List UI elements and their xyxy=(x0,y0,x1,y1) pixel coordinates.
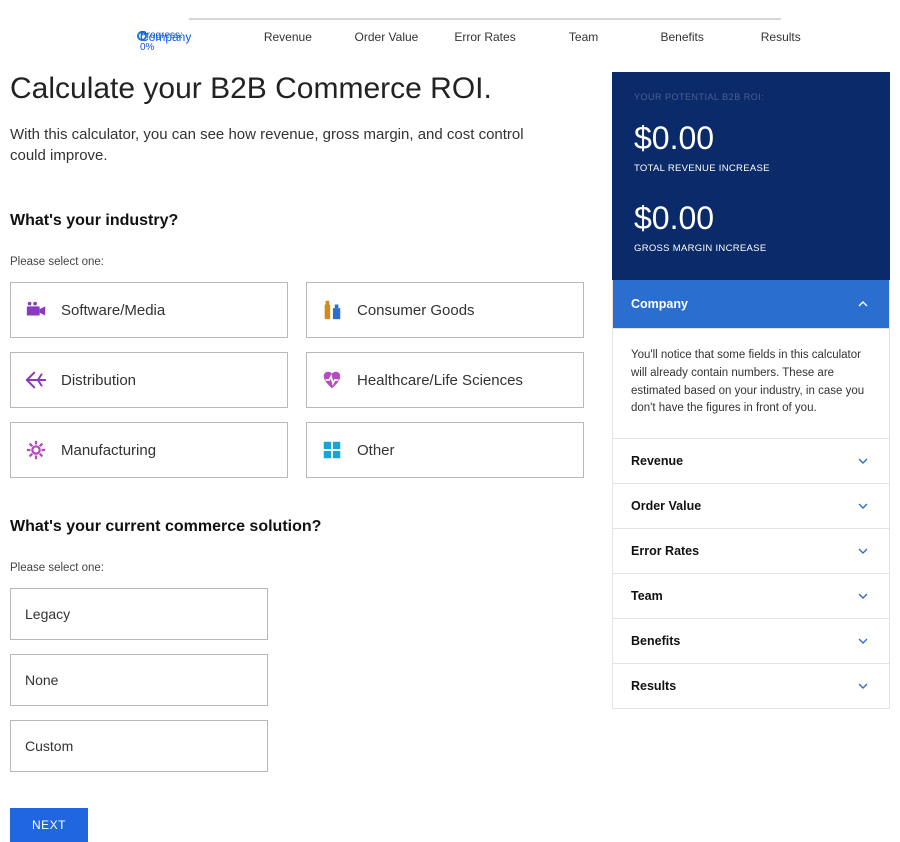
accordion-label: Benefits xyxy=(631,634,680,648)
page-intro: With this calculator, you can see how re… xyxy=(10,124,530,166)
accordion-label: Team xyxy=(631,589,663,603)
accordion-error-rates[interactable]: Error Rates xyxy=(613,528,889,573)
accordion-company[interactable]: Company xyxy=(613,280,889,328)
accordion-order-value[interactable]: Order Value xyxy=(613,483,889,528)
option-label: Legacy xyxy=(25,606,70,622)
accordion-label: Results xyxy=(631,679,676,693)
accordion-label: Revenue xyxy=(631,454,683,468)
option-label: Software/Media xyxy=(61,302,165,319)
option-label: Manufacturing xyxy=(61,442,156,459)
option-label: Custom xyxy=(25,738,73,754)
step-benefits[interactable]: Benefits xyxy=(633,30,732,44)
step-order-value[interactable]: Order Value xyxy=(337,30,436,44)
option-label: Healthcare/Life Sciences xyxy=(357,372,523,389)
roi-margin-label: GROSS MARGIN INCREASE xyxy=(634,243,868,254)
step-results[interactable]: Results xyxy=(731,30,830,44)
question-industry-heading: What's your industry? xyxy=(10,212,584,230)
industry-option-software-media[interactable]: Software/Media xyxy=(10,282,288,338)
progress-bar: Progress: 0% Company Revenue Order Value… xyxy=(10,30,890,44)
accordion-results[interactable]: Results xyxy=(613,663,889,708)
option-label: None xyxy=(25,672,58,688)
question-solution-hint: Please select one: xyxy=(10,562,584,574)
step-error-rates[interactable]: Error Rates xyxy=(436,30,535,44)
industry-option-healthcare[interactable]: Healthcare/Life Sciences xyxy=(306,352,584,408)
accordion-benefits[interactable]: Benefits xyxy=(613,618,889,663)
chevron-down-icon xyxy=(855,633,871,649)
accordion-label: Error Rates xyxy=(631,544,699,558)
chevron-down-icon xyxy=(855,498,871,514)
chevron-down-icon xyxy=(855,543,871,559)
option-label: Distribution xyxy=(61,372,136,389)
grid-icon xyxy=(321,439,343,461)
roi-summary-card: YOUR POTENTIAL B2B ROI: $0.00 TOTAL REVE… xyxy=(612,72,890,280)
next-button[interactable]: NEXT xyxy=(10,808,88,842)
step-revenue[interactable]: Revenue xyxy=(239,30,338,44)
bottle-icon xyxy=(321,299,343,321)
step-company[interactable]: Company xyxy=(140,30,239,44)
gear-icon xyxy=(25,439,47,461)
page-title: Calculate your B2B Commerce ROI. xyxy=(10,72,584,106)
roi-revenue-value: $0.00 xyxy=(634,120,868,157)
industry-option-manufacturing[interactable]: Manufacturing xyxy=(10,422,288,478)
step-team[interactable]: Team xyxy=(534,30,633,44)
roi-margin-value: $0.00 xyxy=(634,200,868,237)
plane-icon xyxy=(25,369,47,391)
accordion-revenue[interactable]: Revenue xyxy=(613,438,889,483)
industry-option-other[interactable]: Other xyxy=(306,422,584,478)
question-solution-heading: What's your current commerce solution? xyxy=(10,518,584,536)
option-label: Other xyxy=(357,442,395,459)
option-label: Consumer Goods xyxy=(357,302,475,319)
accordion-label: Company xyxy=(631,297,688,311)
accordion-company-body: You'll notice that some fields in this c… xyxy=(613,328,889,438)
accordion-team[interactable]: Team xyxy=(613,573,889,618)
accordion-label: Order Value xyxy=(631,499,701,513)
accordion: Company You'll notice that some fields i… xyxy=(612,280,890,709)
industry-option-distribution[interactable]: Distribution xyxy=(10,352,288,408)
chevron-down-icon xyxy=(855,678,871,694)
chevron-down-icon xyxy=(855,453,871,469)
question-industry-hint: Please select one: xyxy=(10,256,584,268)
camera-icon xyxy=(25,299,47,321)
roi-revenue-label: TOTAL REVENUE INCREASE xyxy=(634,163,868,174)
solution-option-none[interactable]: None xyxy=(10,654,268,706)
solution-option-custom[interactable]: Custom xyxy=(10,720,268,772)
chevron-up-icon xyxy=(855,296,871,312)
heart-icon xyxy=(321,369,343,391)
solution-option-legacy[interactable]: Legacy xyxy=(10,588,268,640)
chevron-down-icon xyxy=(855,588,871,604)
industry-option-consumer-goods[interactable]: Consumer Goods xyxy=(306,282,584,338)
roi-eyebrow: YOUR POTENTIAL B2B ROI: xyxy=(634,92,868,102)
